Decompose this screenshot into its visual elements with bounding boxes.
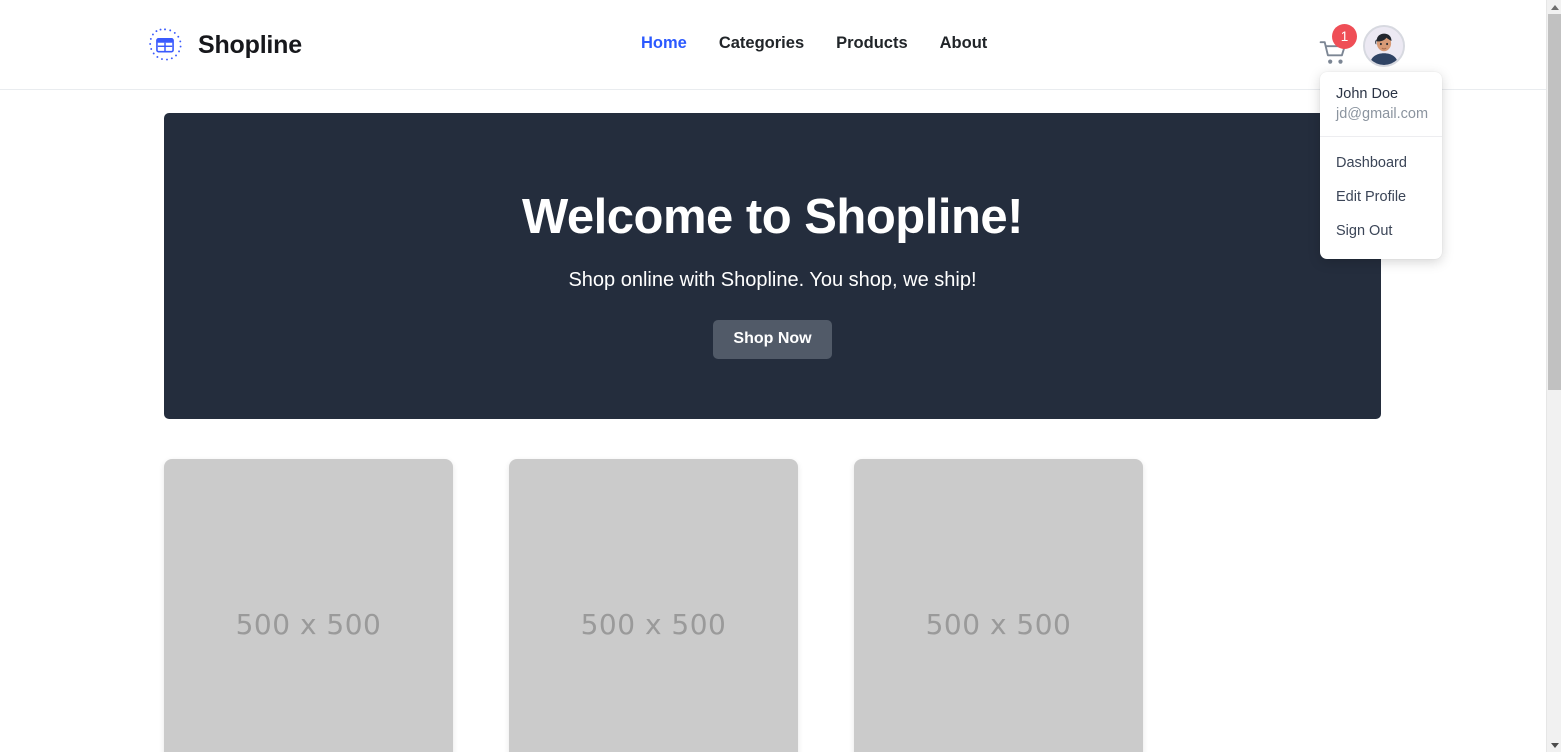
product-card-grid: 500 x 500 500 x 500 500 x 500 bbox=[164, 459, 1381, 752]
storefront-badge-icon bbox=[146, 26, 184, 64]
vertical-scrollbar[interactable] bbox=[1546, 0, 1561, 752]
nav-item-about[interactable]: About bbox=[924, 34, 1004, 53]
user-dropdown-menu: John Doe jd@gmail.com Dashboard Edit Pro… bbox=[1320, 72, 1442, 259]
menu-item-dashboard[interactable]: Dashboard bbox=[1320, 146, 1442, 180]
product-image-placeholder: 500 x 500 bbox=[164, 459, 453, 752]
product-card[interactable]: 500 x 500 bbox=[854, 459, 1143, 752]
placeholder-label: 500 x 500 bbox=[235, 608, 382, 641]
placeholder-label: 500 x 500 bbox=[925, 608, 1072, 641]
nav-item-products[interactable]: Products bbox=[820, 34, 924, 53]
hero-subtitle: Shop online with Shopline. You shop, we … bbox=[568, 268, 977, 291]
brand-name: Shopline bbox=[198, 30, 302, 59]
brand-logo-link[interactable]: Shopline bbox=[146, 26, 302, 64]
menu-item-sign-out[interactable]: Sign Out bbox=[1320, 214, 1442, 248]
menu-divider bbox=[1320, 135, 1442, 137]
cart-button[interactable]: 1 bbox=[1317, 24, 1357, 68]
nav-item-home[interactable]: Home bbox=[641, 34, 703, 53]
main-navigation: Home Categories Products About bbox=[641, 34, 1003, 53]
cart-badge-count: 1 bbox=[1332, 24, 1357, 49]
user-email: jd@gmail.com bbox=[1336, 106, 1429, 123]
placeholder-label: 500 x 500 bbox=[580, 608, 727, 641]
site-header: Shopline Home Categories Products About bbox=[0, 0, 1546, 90]
product-card[interactable]: 500 x 500 bbox=[509, 459, 798, 752]
hero-title: Welcome to Shopline! bbox=[522, 190, 1023, 244]
scroll-up-arrow-icon[interactable] bbox=[1547, 0, 1561, 14]
user-avatar-icon bbox=[1365, 27, 1403, 65]
nav-item-categories[interactable]: Categories bbox=[703, 34, 820, 53]
menu-item-edit-profile[interactable]: Edit Profile bbox=[1320, 180, 1442, 214]
scroll-down-arrow-icon[interactable] bbox=[1547, 738, 1561, 752]
user-name: John Doe bbox=[1336, 86, 1399, 102]
shop-now-button[interactable]: Shop Now bbox=[713, 319, 832, 359]
header-actions: 1 bbox=[1317, 24, 1405, 68]
product-image-placeholder: 500 x 500 bbox=[854, 459, 1143, 752]
avatar[interactable] bbox=[1363, 25, 1405, 67]
scrollbar-thumb[interactable] bbox=[1548, 14, 1561, 390]
browser-viewport: Shopline Home Categories Products About bbox=[0, 0, 1561, 752]
product-card[interactable]: 500 x 500 bbox=[164, 459, 453, 752]
product-image-placeholder: 500 x 500 bbox=[509, 459, 798, 752]
hero-banner: Welcome to Shopline! Shop online with Sh… bbox=[164, 113, 1381, 419]
page-content: Shopline Home Categories Products About bbox=[0, 0, 1546, 752]
user-identity-block: John Doe jd@gmail.com bbox=[1320, 82, 1442, 136]
